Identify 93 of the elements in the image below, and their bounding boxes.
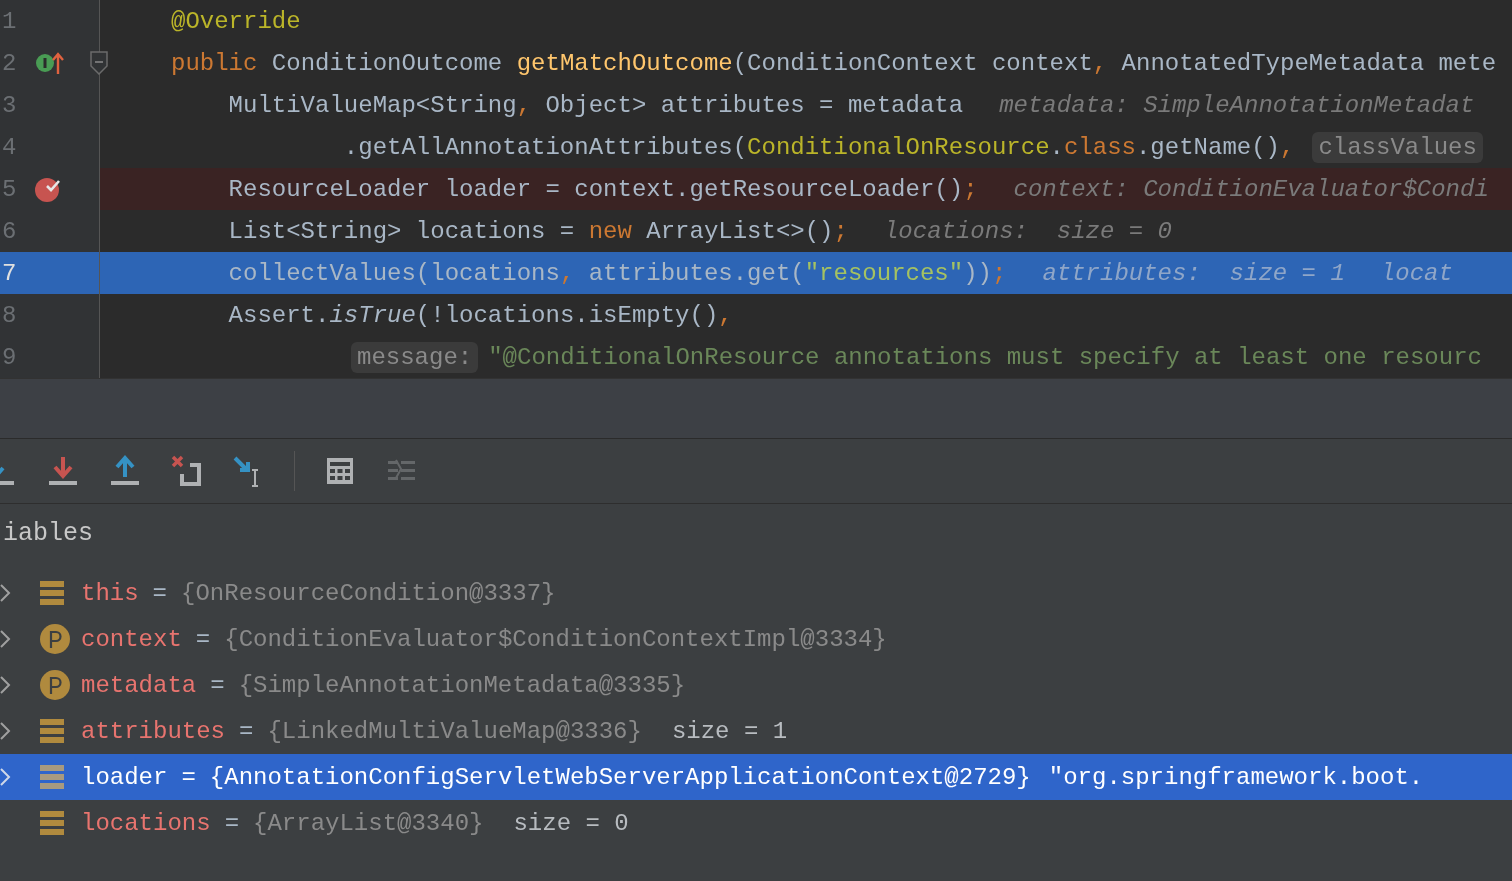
keyword: new — [588, 217, 632, 245]
parameter-icon — [39, 669, 71, 701]
line-number: 6 — [1, 217, 18, 245]
variable-name: locations — [81, 809, 211, 837]
equals-sign: = — [195, 625, 211, 653]
equals-sign: = — [152, 579, 167, 607]
variable-name: loader — [81, 763, 168, 791]
string-literal: "resources" — [804, 259, 964, 287]
code-text: collectValues(locations — [227, 259, 560, 287]
inline-value-hint: locat — [1380, 259, 1453, 287]
parameter-hint: classValues — [1312, 131, 1483, 163]
punctuation: ; — [833, 217, 848, 245]
field-icon — [39, 810, 65, 836]
parameter-hint: message: — [351, 341, 479, 373]
method-name: isTrue — [329, 301, 416, 329]
expand-chevron-icon[interactable] — [0, 583, 11, 603]
code-text: )) — [963, 259, 992, 287]
variable-row[interactable]: metadata = {SimpleAnnotationMetadata@3335} — [0, 662, 1512, 708]
code-text: ResourceLoader loader = context.getResourceLoader() — [227, 175, 964, 203]
step-out-button[interactable] — [108, 454, 142, 488]
code-text: ArrayList<>() — [645, 217, 834, 245]
punctuation: , — [559, 259, 575, 287]
expand-chevron-icon[interactable] — [0, 767, 11, 787]
field-icon — [39, 580, 65, 606]
code-text: List<String> locations = — [227, 217, 576, 245]
variable-name: context — [81, 625, 182, 653]
variable-value: {ConditionEvaluator$ConditionContextImpl@3334} — [224, 625, 887, 653]
equals-sign: = — [239, 717, 254, 745]
code-text: . — [1049, 133, 1064, 161]
code-text: MultiValueMap<String — [227, 91, 517, 119]
punctuation: ; — [963, 175, 978, 203]
code-text: AnnotatedTypeMetadata mete — [1120, 49, 1497, 77]
implements-override-icon[interactable] — [34, 50, 64, 76]
variable-row[interactable]: context = {ConditionEvaluator$ConditionContextImpl@3334} — [0, 616, 1512, 662]
annotation: @Override — [171, 7, 301, 35]
code-text: (!locations.isEmpty() — [415, 301, 719, 329]
inline-value-hint: metadata: SimpleAnnotationMetadat — [999, 91, 1475, 119]
code-text: (ConditionContext context — [732, 49, 1093, 77]
variable-name: attributes — [81, 717, 226, 745]
code-text: Assert. — [227, 301, 330, 329]
line-number: 2 — [1, 49, 18, 77]
line-number: 7 — [1, 259, 18, 287]
variable-value: {AnnotationConfigServletWebServerApplicationContext@2729} — [209, 763, 1031, 791]
line-number: 4 — [1, 133, 18, 161]
field-icon — [39, 718, 65, 744]
punctuation: ; — [991, 259, 1007, 287]
step-into-button[interactable] — [46, 454, 80, 488]
expand-chevron-icon[interactable] — [0, 721, 11, 741]
variable-row[interactable]: attributes = {LinkedMultiValueMap@3336} size = 1 — [0, 708, 1512, 754]
punctuation: , — [1280, 133, 1295, 161]
punctuation: , — [1092, 49, 1108, 77]
inline-value-hint: locations: size = 0 — [883, 217, 1172, 245]
method-name: getMatchOutcome — [516, 49, 733, 77]
line-number: 9 — [1, 343, 18, 371]
variable-name: metadata — [81, 671, 197, 699]
variable-value: {OnResourceCondition@3337} — [181, 579, 556, 607]
code-text: .getAllAnnotationAttributes( — [342, 133, 748, 161]
code-text: ConditionOutcome — [270, 49, 504, 77]
field-icon — [39, 764, 65, 790]
equals-sign: = — [181, 763, 196, 791]
expand-chevron-icon[interactable] — [0, 629, 11, 649]
variable-detail: "org.springframework.boot. — [1048, 763, 1424, 791]
variable-value: {LinkedMultiValueMap@3336} — [267, 717, 642, 745]
equals-sign: = — [210, 671, 225, 699]
inline-value-hint: context: ConditionEvaluator$Condi — [1013, 175, 1489, 203]
keyword: public — [171, 49, 258, 77]
punctuation: , — [718, 301, 733, 329]
variable-value: {ArrayList@3340} — [253, 809, 484, 837]
code-text: .getName() — [1135, 133, 1280, 161]
variable-value: {SimpleAnnotationMetadata@3335} — [238, 671, 686, 699]
inline-value-hint: attributes: size = 1 — [1042, 259, 1345, 287]
variable-name: this — [81, 579, 139, 607]
line-number: 1 — [1, 7, 18, 35]
line-number: 8 — [1, 301, 18, 329]
line-number: 5 — [1, 175, 18, 203]
parameter-icon — [39, 623, 71, 655]
drop-frame-button[interactable] — [170, 454, 204, 488]
panel-title: iables — [2, 518, 93, 548]
code-text: attributes.get( — [587, 259, 805, 287]
code-text: Object> attributes = metadata — [544, 91, 964, 119]
expand-chevron-icon[interactable] — [0, 675, 11, 695]
variable-row[interactable]: loader = {AnnotationConfigServletWebServerApplicationContext@2729} "org.springframework.boot. — [0, 754, 1512, 800]
variable-detail: size = 0 — [513, 809, 629, 837]
fold-marker-icon[interactable] — [90, 51, 108, 75]
variable-row[interactable]: locations = {ArrayList@3340} size = 0 — [0, 800, 1512, 846]
keyword: class — [1063, 133, 1136, 161]
variable-detail: size = 1 — [671, 717, 788, 745]
equals-sign: = — [224, 809, 240, 837]
class-name: ConditionalOnResource — [747, 133, 1050, 161]
punctuation: , — [516, 91, 532, 119]
string-literal: "@ConditionalOnResource annotations must specify at least one resourc — [488, 343, 1482, 371]
line-number: 3 — [1, 91, 18, 119]
variable-row[interactable]: this = {OnResourceCondition@3337} — [0, 570, 1512, 616]
